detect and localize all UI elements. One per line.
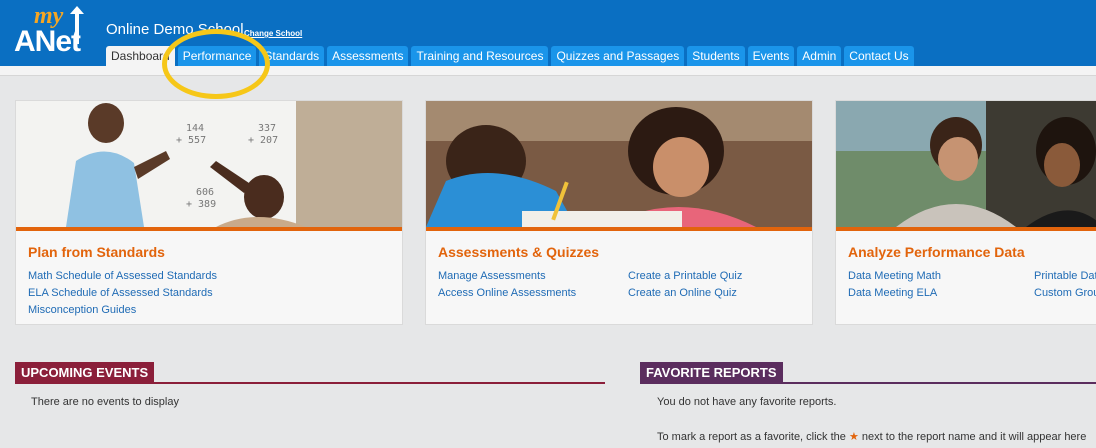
tab-admin[interactable]: Admin xyxy=(797,46,842,66)
logo-anet-text: ANet xyxy=(14,25,81,58)
link-ela-schedule[interactable]: ELA Schedule of Assessed Standards xyxy=(28,285,217,302)
myanet-logo[interactable]: my ANet xyxy=(14,4,94,64)
no-favorites-text: You do not have any favorite reports. xyxy=(657,396,837,408)
card-links-col1: Manage Assessments Access Online Assessm… xyxy=(438,268,576,302)
link-misconception-guides[interactable]: Misconception Guides xyxy=(28,302,217,319)
tab-standards[interactable]: Standards xyxy=(259,46,325,66)
link-access-online-assessments[interactable]: Access Online Assessments xyxy=(438,285,576,302)
favorite-reports-rule xyxy=(640,382,1096,384)
wb-num-2: + 557 xyxy=(176,135,206,146)
favorites-hint-before: To mark a report as a favorite, click th… xyxy=(657,431,846,443)
wb-num-6: + 389 xyxy=(186,199,216,210)
favorite-reports-title: FAVORITE REPORTS xyxy=(640,362,783,384)
favorites-hint-after: next to the report name and it will appe… xyxy=(861,431,1087,443)
wb-num-1: 144 xyxy=(186,123,204,134)
card-image-students-writing xyxy=(426,101,812,227)
card-assessments-quizzes: Assessments & Quizzes Manage Assessments… xyxy=(425,100,813,325)
link-math-schedule[interactable]: Math Schedule of Assessed Standards xyxy=(28,268,217,285)
star-icon: ★ xyxy=(848,431,859,443)
upcoming-events-header: UPCOMING EVENTS xyxy=(15,362,605,384)
card-title: Plan from Standards xyxy=(28,244,165,260)
wb-num-3: 337 xyxy=(258,123,276,134)
card-title: Assessments & Quizzes xyxy=(438,244,600,260)
card-links-col2: Printable Dat Custom Grou xyxy=(1034,268,1096,302)
no-events-text: There are no events to display xyxy=(31,396,179,408)
card-title: Analyze Performance Data xyxy=(848,244,1025,260)
change-school-link[interactable]: Change School xyxy=(244,29,302,38)
favorites-hint: To mark a report as a favorite, click th… xyxy=(657,430,1086,443)
upcoming-events-rule xyxy=(15,382,605,384)
wb-num-5: 606 xyxy=(196,187,214,198)
card-links-col2: Create a Printable Quiz Create an Online… xyxy=(628,268,742,302)
tab-events[interactable]: Events xyxy=(747,46,795,66)
link-printable-data[interactable]: Printable Dat xyxy=(1034,268,1096,285)
card-accent-bar xyxy=(836,227,1096,231)
card-plan-from-standards: 144 + 557 337 + 207 606 + 389 Plan from … xyxy=(15,100,403,325)
link-custom-groups[interactable]: Custom Grou xyxy=(1034,285,1096,302)
tab-training-and-resources[interactable]: Training and Resources xyxy=(411,46,549,66)
wb-num-4: + 207 xyxy=(248,135,278,146)
main-nav-tabs: Dashboard Performance Standards Assessme… xyxy=(106,46,914,66)
tab-dashboard[interactable]: Dashboard xyxy=(106,46,175,66)
school-name: Online Demo School xyxy=(106,21,244,38)
card-analyze-performance: Analyze Performance Data Data Meeting Ma… xyxy=(835,100,1096,325)
card-image-teachers-analyzing xyxy=(836,101,1096,227)
card-accent-bar xyxy=(16,227,402,231)
card-links-col1: Data Meeting Math Data Meeting ELA xyxy=(848,268,941,302)
tab-quizzes-and-passages[interactable]: Quizzes and Passages xyxy=(551,46,685,66)
link-data-meeting-ela[interactable]: Data Meeting ELA xyxy=(848,285,941,302)
tab-students[interactable]: Students xyxy=(687,46,745,66)
link-create-printable-quiz[interactable]: Create a Printable Quiz xyxy=(628,268,742,285)
card-image-classroom-whiteboard: 144 + 557 337 + 207 606 + 389 xyxy=(16,101,402,227)
app-header: my ANet Online Demo School Change School… xyxy=(0,0,1096,66)
card-accent-bar xyxy=(426,227,812,231)
tab-contact-us[interactable]: Contact Us xyxy=(844,46,914,66)
link-create-online-quiz[interactable]: Create an Online Quiz xyxy=(628,285,742,302)
logo-arrow-icon xyxy=(70,6,84,44)
tab-assessments[interactable]: Assessments xyxy=(327,46,409,66)
tab-subbar xyxy=(0,66,1096,76)
link-data-meeting-math[interactable]: Data Meeting Math xyxy=(848,268,941,285)
link-manage-assessments[interactable]: Manage Assessments xyxy=(438,268,576,285)
tab-performance[interactable]: Performance xyxy=(177,46,257,66)
favorite-reports-header: FAVORITE REPORTS xyxy=(640,362,1096,384)
upcoming-events-title: UPCOMING EVENTS xyxy=(15,362,155,384)
card-links: Math Schedule of Assessed Standards ELA … xyxy=(28,268,217,319)
